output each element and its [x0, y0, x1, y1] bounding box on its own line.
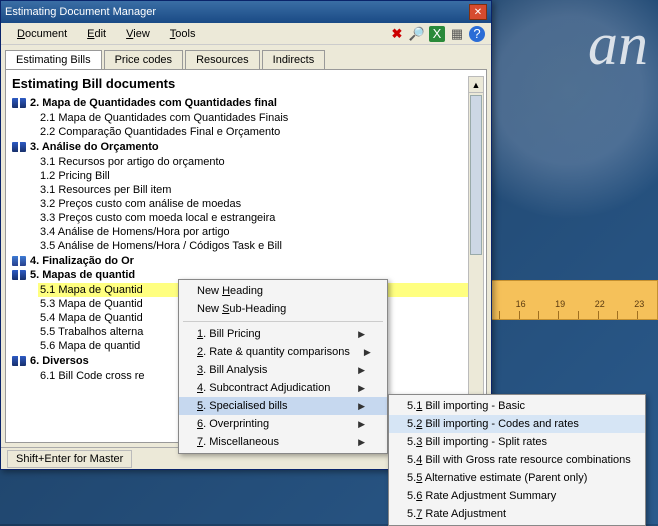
chevron-right-icon: ▶: [358, 437, 365, 448]
tree-heading-label: 3. Análise do Orçamento: [30, 141, 159, 153]
tree-item[interactable]: 3.3 Preços custo com moeda local e estra…: [38, 211, 480, 225]
context-menu-item[interactable]: 4. Subcontract Adjudication▶: [179, 379, 387, 397]
tab-estimating-bills[interactable]: Estimating Bills: [5, 50, 102, 70]
tree-item[interactable]: 3.2 Preços custo com análise de moedas: [38, 197, 480, 211]
book-icon: [12, 142, 26, 152]
tree-item[interactable]: 3.1 Resources per Bill item: [38, 183, 480, 197]
chevron-right-icon: ▶: [358, 365, 365, 376]
context-menu-item[interactable]: 5. Specialised bills▶: [179, 397, 387, 415]
tree-heading[interactable]: 3. Análise do Orçamento: [12, 141, 480, 153]
chevron-right-icon: ▶: [358, 383, 365, 394]
context-menu[interactable]: New HeadingNew Sub-Heading 1. Bill Pricin…: [178, 279, 388, 454]
tree-children: 2.1 Mapa de Quantidades com Quantidades …: [38, 111, 480, 139]
context-menu-item[interactable]: New Heading: [179, 282, 387, 300]
context-menu-item[interactable]: 3. Bill Analysis▶: [179, 361, 387, 379]
status-hint[interactable]: Shift+Enter for Master: [7, 450, 132, 468]
context-menu-item[interactable]: 6. Overprinting▶: [179, 415, 387, 433]
find-icon[interactable]: 🔎: [409, 26, 425, 42]
context-menu-item[interactable]: 7. Miscellaneous▶: [179, 433, 387, 451]
tree-item[interactable]: 3.4 Análise de Homens/Hora por artigo: [38, 225, 480, 239]
background-ruler: [478, 280, 658, 320]
tree-item[interactable]: 2.1 Mapa de Quantidades com Quantidades …: [38, 111, 480, 125]
book-icon: [12, 98, 26, 108]
help-icon[interactable]: ?: [469, 26, 485, 42]
tree-item[interactable]: 3.1 Recursos por artigo do orçamento: [38, 155, 480, 169]
tree-heading-label: 5. Mapas de quantid: [30, 269, 135, 281]
context-submenu[interactable]: 5.1 Bill importing - Basic5.2 Bill impor…: [388, 394, 646, 526]
menubar: Document Edit View Tools ✖ 🔎 X ▦ ?: [1, 23, 491, 45]
submenu-item[interactable]: 5.5 Alternative estimate (Parent only): [389, 469, 645, 487]
background-text: an: [588, 10, 648, 79]
scroll-up-button[interactable]: ▲: [469, 77, 483, 93]
context-menu-item[interactable]: 1. Bill Pricing▶: [179, 325, 387, 343]
tab-strip: Estimating BillsPrice codesResourcesIndi…: [1, 45, 491, 69]
book-icon: [12, 256, 26, 266]
tree-item[interactable]: 2.2 Comparação Quantidades Final e Orçam…: [38, 125, 480, 139]
excel-icon[interactable]: X: [429, 26, 445, 42]
delete-icon[interactable]: ✖: [389, 26, 405, 42]
chevron-right-icon: ▶: [358, 419, 365, 430]
tree-heading[interactable]: 4. Finalização do Or: [12, 255, 480, 267]
vertical-scrollbar[interactable]: ▲ ▼: [468, 76, 484, 436]
close-icon[interactable]: ✕: [469, 4, 487, 20]
menu-separator: [183, 321, 383, 322]
menu-document[interactable]: Document: [7, 26, 77, 42]
tab-price-codes[interactable]: Price codes: [104, 50, 183, 70]
tree-children: 3.1 Recursos por artigo do orçamento1.2 …: [38, 155, 480, 253]
toolbar-icons: ✖ 🔎 X ▦ ?: [389, 26, 485, 42]
titlebar[interactable]: Estimating Document Manager ✕: [1, 1, 491, 23]
submenu-item[interactable]: 5.1 Bill importing - Basic: [389, 397, 645, 415]
tree-item[interactable]: 3.5 Análise de Homens/Hora / Códigos Tas…: [38, 239, 480, 253]
window-title: Estimating Document Manager: [5, 6, 469, 18]
tab-indirects[interactable]: Indirects: [262, 50, 326, 70]
menu-edit[interactable]: Edit: [77, 26, 116, 42]
submenu-item[interactable]: 5.2 Bill importing - Codes and rates: [389, 415, 645, 433]
submenu-item[interactable]: 5.7 Rate Adjustment: [389, 505, 645, 523]
chevron-right-icon: ▶: [358, 401, 365, 412]
context-menu-item[interactable]: New Sub-Heading: [179, 300, 387, 318]
book-icon: [12, 356, 26, 366]
chevron-right-icon: ▶: [364, 347, 371, 358]
scroll-thumb[interactable]: [470, 95, 482, 255]
tree-heading[interactable]: 2. Mapa de Quantidades com Quantidades f…: [12, 97, 480, 109]
chevron-right-icon: ▶: [358, 329, 365, 340]
app-icon[interactable]: ▦: [449, 26, 465, 42]
submenu-item[interactable]: 5.4 Bill with Gross rate resource combin…: [389, 451, 645, 469]
tree-heading-label: 4. Finalização do Or: [30, 255, 134, 267]
menu-tools[interactable]: Tools: [160, 26, 206, 42]
page-title: Estimating Bill documents: [12, 76, 480, 91]
tree-item[interactable]: 1.2 Pricing Bill: [38, 169, 480, 183]
tab-resources[interactable]: Resources: [185, 50, 260, 70]
context-menu-item[interactable]: 2. Rate & quantity comparisons▶: [179, 343, 387, 361]
submenu-item[interactable]: 5.3 Bill importing - Split rates: [389, 433, 645, 451]
menu-view[interactable]: View: [116, 26, 160, 42]
tree-heading-label: 2. Mapa de Quantidades com Quantidades f…: [30, 97, 277, 109]
book-icon: [12, 270, 26, 280]
submenu-item[interactable]: 5.6 Rate Adjustment Summary: [389, 487, 645, 505]
tree-heading-label: 6. Diversos: [30, 355, 89, 367]
